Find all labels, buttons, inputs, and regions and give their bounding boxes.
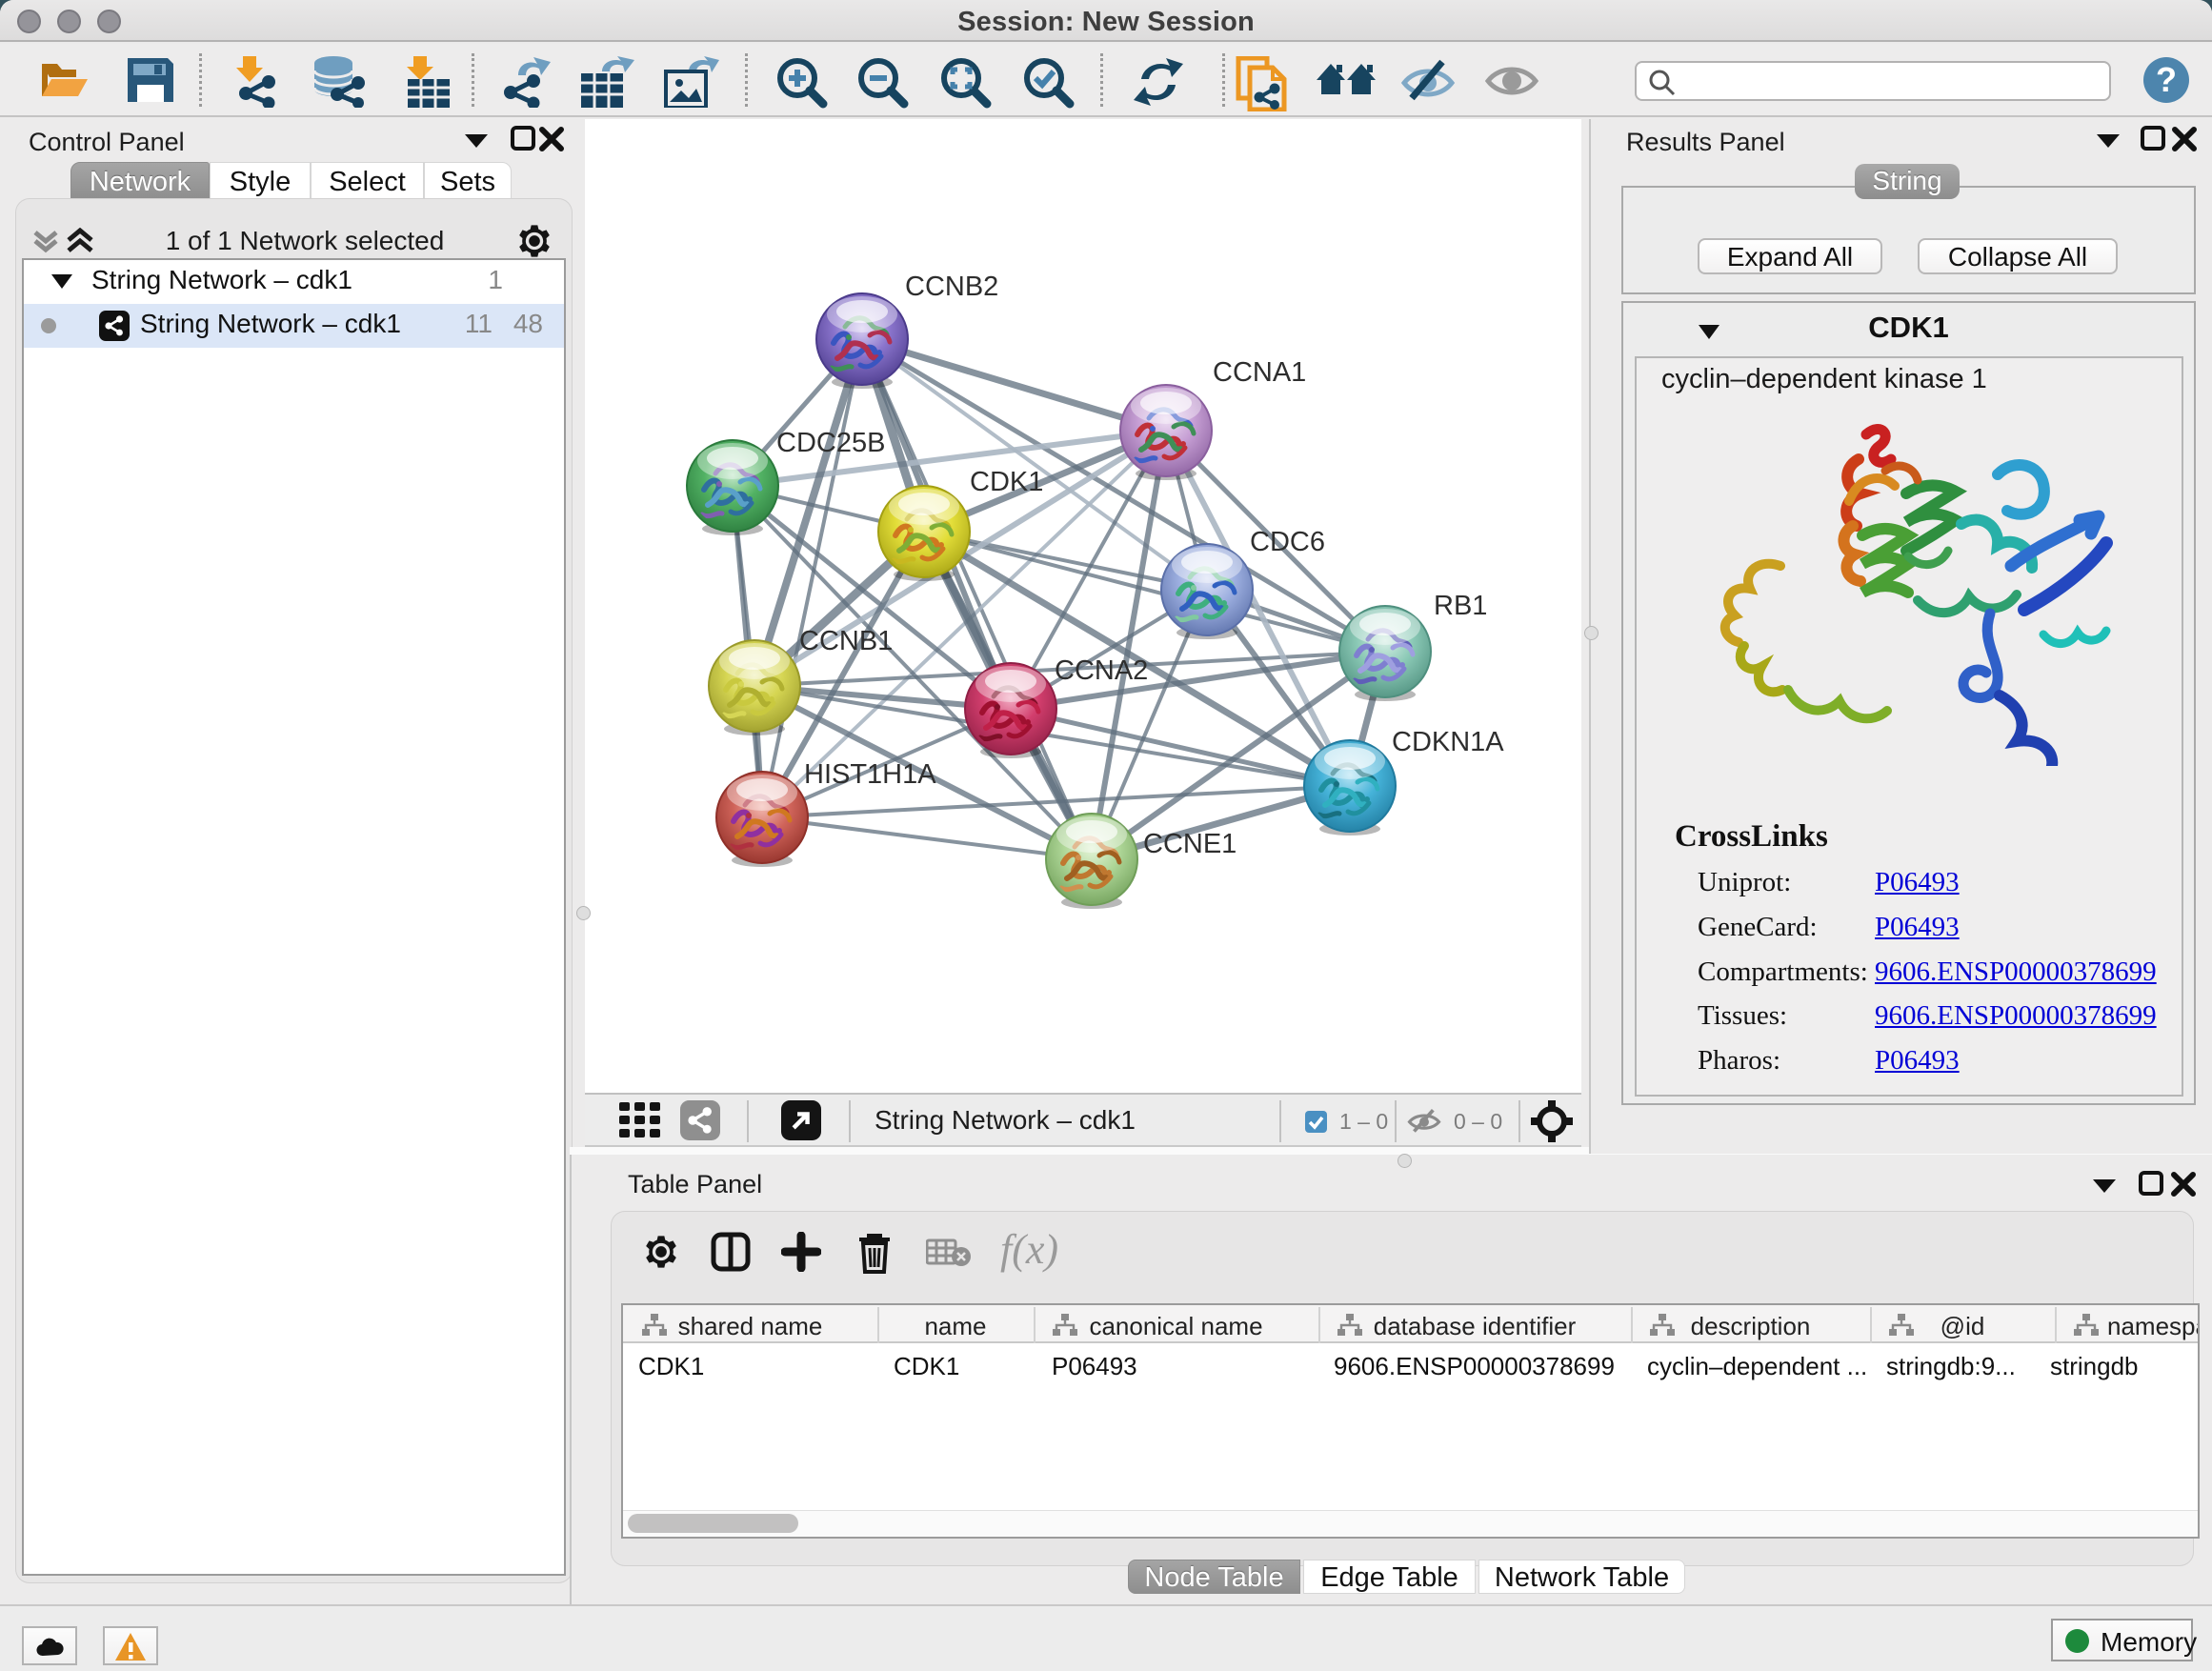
- svg-text:CCNE1: CCNE1: [1143, 829, 1237, 859]
- svg-text:RB1: RB1: [1434, 591, 1487, 621]
- svg-text:CDK1: CDK1: [970, 467, 1043, 497]
- svg-text:HIST1H1A: HIST1H1A: [804, 759, 936, 790]
- svg-text:CCNA1: CCNA1: [1213, 357, 1306, 388]
- svg-text:CDC25B: CDC25B: [776, 428, 885, 458]
- svg-text:CDKN1A: CDKN1A: [1392, 727, 1504, 757]
- svg-text:CCNB1: CCNB1: [799, 626, 893, 656]
- svg-text:CCNB2: CCNB2: [905, 272, 998, 302]
- svg-text:CCNA2: CCNA2: [1055, 655, 1148, 686]
- svg-text:CDC6: CDC6: [1250, 527, 1325, 557]
